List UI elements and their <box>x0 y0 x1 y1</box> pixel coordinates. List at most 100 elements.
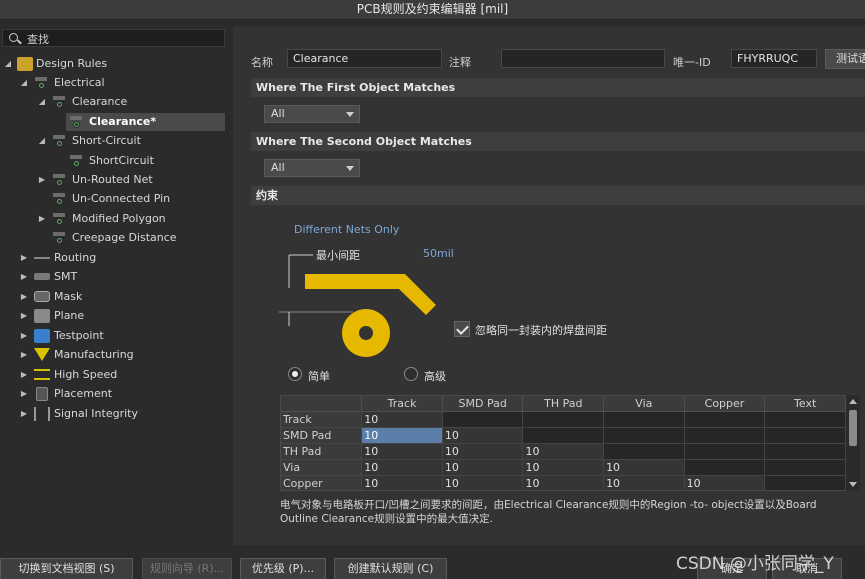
expand-arrow-icon[interactable]: ▶ <box>19 366 29 384</box>
tree-item-design-rules[interactable]: ◢ Design Rules <box>0 55 228 73</box>
tree-item-clearance-rule-selected[interactable]: Clearance* <box>66 113 225 131</box>
matrix-cell <box>442 411 524 428</box>
matrix-cell <box>764 475 846 490</box>
expand-arrow-icon[interactable]: ▶ <box>19 288 29 306</box>
matrix-cell[interactable]: 10 <box>442 427 524 444</box>
collapse-arrow-icon[interactable]: ◢ <box>19 74 29 92</box>
matrix-row-header: Track <box>281 411 363 428</box>
matrix-cell <box>684 459 766 476</box>
simple-mode-label: 简单 <box>308 370 330 383</box>
tree-item-unrouted-net[interactable]: ▶ Un-Routed Net <box>0 171 228 189</box>
test-query-button[interactable]: 测试语句 <box>825 49 865 69</box>
matrix-cell[interactable]: 10 <box>361 459 443 476</box>
matrix-col-header: SMD Pad <box>442 396 524 412</box>
short-circuit-rule-icon <box>52 134 68 148</box>
matrix-cell[interactable]: 10 <box>361 443 443 460</box>
routing-icon <box>34 257 50 259</box>
expand-arrow-icon[interactable]: ▶ <box>19 405 29 423</box>
matrix-cell[interactable]: 10 <box>522 443 605 460</box>
signal-integrity-icon <box>34 407 50 421</box>
collapse-arrow-icon[interactable]: ◢ <box>37 93 47 111</box>
clearance-illustration <box>279 254 436 357</box>
mask-icon <box>34 291 50 302</box>
clearance-matrix: Track SMD Pad TH Pad Via Copper Text Tra… <box>280 395 847 491</box>
matrix-cell[interactable]: 10 <box>361 411 443 428</box>
priority-button[interactable]: 优先级 (P)... <box>240 558 326 579</box>
rule-wizard-button[interactable]: 规则向导 (R)... <box>142 558 232 579</box>
tree-item-signal-integrity[interactable]: ▶ Signal Integrity <box>0 405 228 423</box>
tree-item-short-circuit[interactable]: ◢ Short-Circuit <box>0 132 228 150</box>
tree-item-shortcircuit-rule[interactable]: ShortCircuit <box>66 152 225 170</box>
tree-item-manufacturing[interactable]: ▶ Manufacturing <box>0 346 228 364</box>
tree-item-mask[interactable]: ▶ Mask <box>0 288 228 306</box>
matrix-cell[interactable]: 10 <box>603 459 685 476</box>
expand-arrow-icon[interactable]: ▶ <box>19 327 29 345</box>
collapse-arrow-icon[interactable]: ◢ <box>37 132 47 150</box>
scroll-down-icon[interactable] <box>849 482 857 487</box>
tree-item-placement[interactable]: ▶ Placement <box>0 385 228 403</box>
matrix-cell[interactable]: 10 <box>522 475 605 490</box>
unique-id-field[interactable]: FHYRRUQC <box>731 49 817 68</box>
rule-tree-panel: 查找 ◢ Design Rules ◢ Electrical ◢ Clearan… <box>0 27 230 547</box>
matrix-cell <box>764 427 846 444</box>
expand-arrow-icon[interactable]: ▶ <box>19 249 29 267</box>
tree-item-electrical[interactable]: ◢ Electrical <box>0 74 228 92</box>
expand-arrow-icon[interactable]: ▶ <box>37 210 47 228</box>
electrical-rule-icon <box>34 76 50 90</box>
expand-arrow-icon[interactable]: ▶ <box>19 346 29 364</box>
matrix-cell[interactable]: 10 <box>603 475 685 490</box>
name-field[interactable]: Clearance <box>287 49 442 68</box>
expand-arrow-icon[interactable]: ▶ <box>19 385 29 403</box>
expand-arrow-icon[interactable]: ▶ <box>19 307 29 325</box>
constraints-section-header: 约束 <box>251 186 865 205</box>
matrix-cell[interactable]: 10 <box>442 459 524 476</box>
comment-label: 注释 <box>449 56 471 69</box>
manufacturing-icon <box>34 348 50 361</box>
search-icon <box>9 33 18 42</box>
comment-field[interactable] <box>501 49 665 68</box>
different-nets-only-link[interactable]: Different Nets Only <box>294 223 399 236</box>
tree-item-testpoint[interactable]: ▶ Testpoint <box>0 327 228 345</box>
matrix-cell[interactable]: 10 <box>522 459 605 476</box>
matrix-cell[interactable]: 10 <box>684 475 766 490</box>
second-object-scope-select[interactable]: All <box>264 159 360 177</box>
expand-arrow-icon[interactable]: ▶ <box>19 268 29 286</box>
tree-item-unconnected-pin[interactable]: Un-Connected Pin <box>0 190 228 208</box>
matrix-cell <box>684 427 766 444</box>
matrix-cell[interactable]: 10 <box>361 475 443 490</box>
window-title: PCB规则及约束编辑器 [mil] <box>0 0 865 20</box>
expand-arrow-icon[interactable]: ▶ <box>37 171 47 189</box>
clearance-rule-icon <box>52 95 68 109</box>
matrix-cell[interactable]: 10 <box>442 443 524 460</box>
scroll-up-icon[interactable] <box>849 399 857 404</box>
simple-mode-radio[interactable] <box>288 367 302 381</box>
tree-item-plane[interactable]: ▶ Plane <box>0 307 228 325</box>
matrix-row: Track 10 <box>281 411 846 428</box>
advanced-mode-radio[interactable] <box>404 367 418 381</box>
track-shape <box>305 274 436 315</box>
unique-id-label: 唯一-ID <box>673 56 711 69</box>
design-rules-icon <box>17 57 33 71</box>
matrix-scrollbar[interactable] <box>846 395 860 491</box>
ignore-pad-clearance-label: 忽略同一封装内的焊盘间距 <box>475 324 607 337</box>
search-input[interactable]: 查找 <box>2 29 225 47</box>
switch-to-document-view-button[interactable]: 切换到文档视图 (S) <box>0 558 133 579</box>
matrix-row: SMD Pad 10 10 <box>281 427 846 444</box>
tree-item-creepage-distance[interactable]: Creepage Distance <box>0 229 228 247</box>
create-default-rules-button[interactable]: 创建默认规则 (C) <box>334 558 447 579</box>
rule-editor-panel: 名称 Clearance 注释 唯一-ID FHYRRUQC 测试语句 Wher… <box>233 27 865 545</box>
tree-item-smt[interactable]: ▶ SMT <box>0 268 228 286</box>
scroll-thumb[interactable] <box>849 410 857 446</box>
matrix-cell <box>764 411 846 428</box>
matrix-cell[interactable]: 10 <box>442 475 524 490</box>
short-circuit-rule-icon <box>69 154 85 168</box>
ignore-pad-clearance-checkbox[interactable] <box>454 321 470 337</box>
collapse-arrow-icon[interactable]: ◢ <box>3 55 13 73</box>
matrix-cell <box>764 459 846 476</box>
matrix-cell-selected[interactable]: 10 <box>361 427 443 444</box>
tree-item-high-speed[interactable]: ▶ High Speed <box>0 366 228 384</box>
tree-item-modified-polygon[interactable]: ▶ Modified Polygon <box>0 210 228 228</box>
tree-item-routing[interactable]: ▶ Routing <box>0 249 228 267</box>
first-object-scope-select[interactable]: All <box>264 105 360 123</box>
tree-item-clearance[interactable]: ◢ Clearance <box>0 93 228 111</box>
